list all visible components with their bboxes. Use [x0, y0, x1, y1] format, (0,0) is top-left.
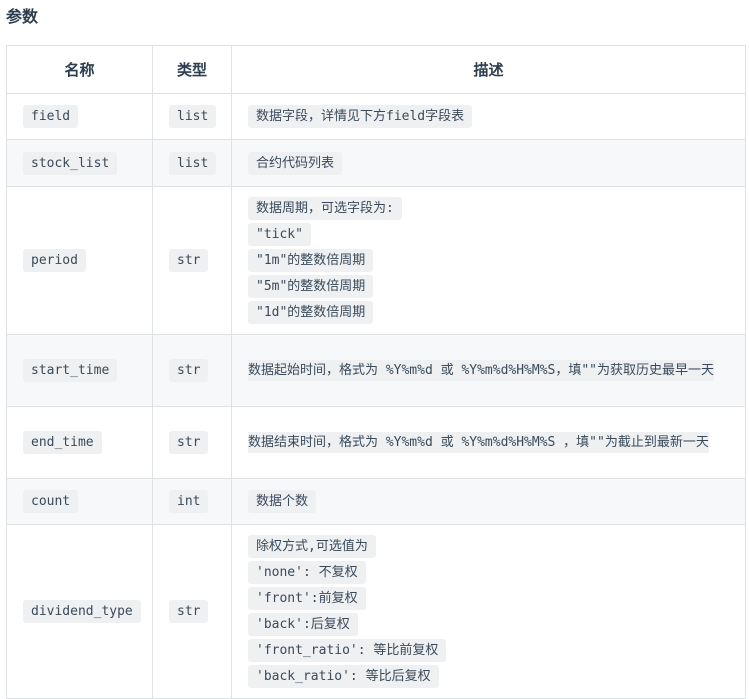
param-name-cell: end_time	[6, 406, 153, 479]
param-name: count	[23, 490, 79, 513]
param-type-cell: str	[152, 406, 232, 479]
table-header-row: 名称 类型 描述	[6, 45, 746, 94]
param-name: field	[23, 105, 79, 128]
table-row: start_time str 数据起始时间，格式为 %Y%m%d 或 %Y%m%…	[6, 334, 746, 407]
param-name: start_time	[23, 359, 118, 382]
param-desc-line: 除权方式,可选值为	[248, 534, 376, 558]
param-name-cell: stock_list	[6, 139, 153, 187]
param-type: list	[169, 151, 217, 175]
section-title: 参数	[6, 7, 39, 26]
param-desc-line: 数据个数	[248, 490, 317, 513]
param-type-cell: list	[152, 93, 232, 140]
param-type-cell: list	[152, 139, 232, 187]
param-desc-line: 数据起始时间，格式为 %Y%m%d 或 %Y%m%d%H%M%S，填""为获取历…	[248, 359, 715, 381]
parameters-table: 名称 类型 描述 field list 数据字段，详情见下方field字段表 s…	[6, 45, 746, 699]
param-type-cell: str	[152, 524, 232, 699]
param-desc-line: 'none': 不复权	[248, 560, 366, 584]
param-desc-cell: 数据个数	[231, 478, 746, 525]
param-desc-cell: 数据结束时间，格式为 %Y%m%d 或 %Y%m%d%H%M%S ，填""为截止…	[231, 406, 746, 479]
table-row: stock_list list 合约代码列表	[6, 139, 746, 187]
param-type: str	[169, 431, 209, 454]
param-desc-line: 数据字段，详情见下方field字段表	[248, 105, 473, 128]
param-type: str	[169, 359, 209, 382]
param-desc-line: 合约代码列表	[248, 151, 343, 175]
param-desc-cell: 数据字段，详情见下方field字段表	[231, 93, 746, 140]
param-name-cell: field	[6, 93, 153, 140]
param-type: str	[169, 600, 209, 623]
param-name: dividend_type	[23, 600, 141, 623]
param-type-cell: str	[152, 186, 232, 335]
table-row: field list 数据字段，详情见下方field字段表	[6, 93, 746, 140]
param-desc-cell: 除权方式,可选值为 'none': 不复权 'front':前复权 'back'…	[231, 524, 746, 699]
param-desc-line: "tick"	[248, 222, 311, 246]
param-desc-line: 数据周期，可选字段为:	[248, 196, 402, 220]
table-row: count int 数据个数	[6, 478, 746, 525]
param-name-cell: count	[6, 478, 153, 525]
param-type: int	[169, 490, 209, 513]
param-name-cell: period	[6, 186, 153, 335]
param-desc-line: 'front_ratio': 等比前复权	[248, 638, 447, 662]
table-row: end_time str 数据结束时间，格式为 %Y%m%d 或 %Y%m%d%…	[6, 406, 746, 479]
param-desc-cell: 数据起始时间，格式为 %Y%m%d 或 %Y%m%d%H%M%S，填""为获取历…	[231, 334, 746, 407]
param-desc-cell: 数据周期，可选字段为: "tick" "1m"的整数倍周期 "5m"的整数倍周期…	[231, 186, 746, 335]
param-type-cell: str	[152, 334, 232, 407]
param-type-cell: int	[152, 478, 232, 525]
param-type: list	[169, 105, 217, 128]
header-name: 名称	[6, 45, 153, 94]
header-type: 类型	[152, 45, 232, 94]
param-desc-line: 'front':前复权	[248, 586, 366, 610]
param-type: str	[169, 249, 209, 272]
param-desc-line: "1d"的整数倍周期	[248, 300, 374, 324]
table-row: period str 数据周期，可选字段为: "tick" "1m"的整数倍周期…	[6, 186, 746, 335]
param-name: end_time	[23, 431, 102, 454]
param-name: period	[23, 249, 86, 272]
param-name-cell: dividend_type	[6, 524, 153, 699]
header-description: 描述	[231, 45, 746, 94]
param-desc-cell: 合约代码列表	[231, 139, 746, 187]
param-name: stock_list	[23, 151, 118, 175]
param-name-cell: start_time	[6, 334, 153, 407]
param-desc-line: 'back':后复权	[248, 612, 358, 636]
param-desc-line: 'back_ratio': 等比后复权	[248, 664, 439, 688]
param-desc-line: "1m"的整数倍周期	[248, 248, 374, 272]
param-desc-line: "5m"的整数倍周期	[248, 274, 374, 298]
param-desc-line: 数据结束时间，格式为 %Y%m%d 或 %Y%m%d%H%M%S ，填""为截止…	[248, 431, 709, 453]
table-row: dividend_type str 除权方式,可选值为 'none': 不复权 …	[6, 524, 746, 699]
